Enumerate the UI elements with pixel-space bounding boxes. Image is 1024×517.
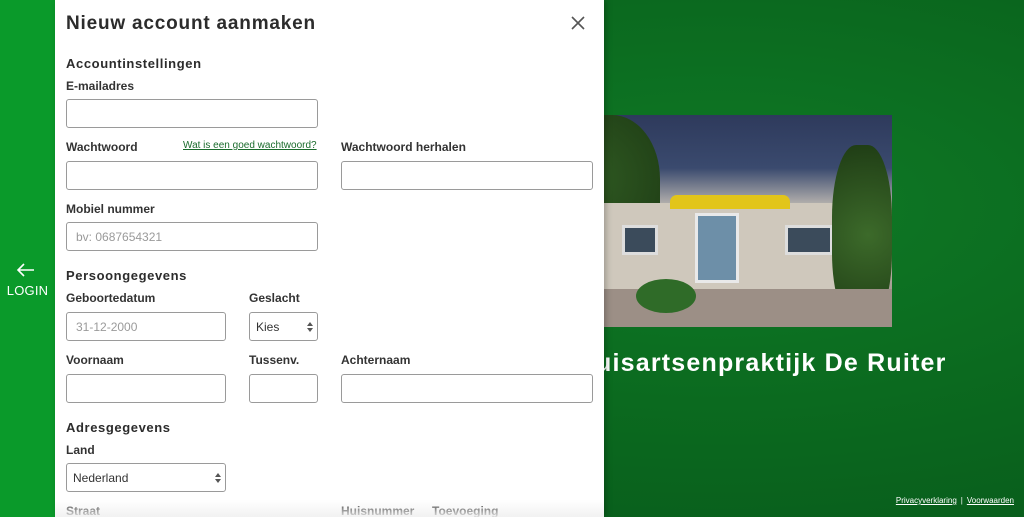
practice-name: uisartsenpraktijk De Ruiter: [596, 349, 947, 377]
firstname-label: Voornaam: [66, 353, 124, 367]
infix-label: Tussenv.: [249, 353, 300, 367]
mobile-input[interactable]: [66, 222, 318, 251]
lastname-input[interactable]: [341, 374, 593, 403]
password-repeat-input[interactable]: [341, 161, 593, 190]
password-input[interactable]: [66, 161, 318, 190]
password-label: Wachtwoord: [66, 140, 138, 154]
gender-label: Geslacht: [249, 291, 300, 305]
arrow-left-icon[interactable]: [16, 262, 36, 278]
login-label[interactable]: LOGIN: [0, 283, 55, 298]
privacy-link[interactable]: Privacyverklaring: [896, 496, 957, 505]
email-input[interactable]: [66, 99, 318, 128]
mobile-label: Mobiel nummer: [66, 202, 155, 216]
country-select-value: Nederland: [73, 470, 129, 485]
country-select[interactable]: Nederland: [66, 463, 226, 492]
account-heading: Accountinstellingen: [66, 56, 202, 71]
password-help-link[interactable]: Wat is een goed wachtwoord?: [183, 140, 317, 151]
gender-select-value: Kies: [256, 319, 280, 334]
terms-link[interactable]: Voorwaarden: [967, 496, 1014, 505]
lastname-label: Achternaam: [341, 353, 411, 367]
infix-input[interactable]: [249, 374, 318, 403]
country-label: Land: [66, 443, 95, 457]
addition-label: Toevoeging: [432, 504, 499, 517]
footer-links: Privacyverklaring | Voorwaarden: [896, 496, 1014, 505]
panel-title: Nieuw account aanmaken: [66, 13, 316, 34]
close-icon[interactable]: [570, 15, 586, 31]
house-number-label: Huisnummer: [341, 504, 415, 517]
dob-label: Geboortedatum: [66, 291, 156, 305]
password-repeat-label: Wachtwoord herhalen: [341, 140, 466, 154]
select-arrows-icon: [215, 473, 221, 483]
select-arrows-icon: [307, 322, 313, 332]
firstname-input[interactable]: [66, 374, 226, 403]
gender-select[interactable]: Kies: [249, 312, 318, 341]
personal-heading: Persoongegevens: [66, 268, 187, 283]
footer-separator: |: [960, 496, 963, 505]
dob-input[interactable]: [66, 312, 226, 341]
street-label: Straat: [66, 504, 101, 517]
login-rail[interactable]: LOGIN: [0, 0, 55, 517]
email-label: E-mailadres: [66, 79, 135, 93]
register-panel: Nieuw account aanmaken Accountinstelling…: [55, 0, 604, 517]
address-heading: Adresgegevens: [66, 420, 171, 435]
